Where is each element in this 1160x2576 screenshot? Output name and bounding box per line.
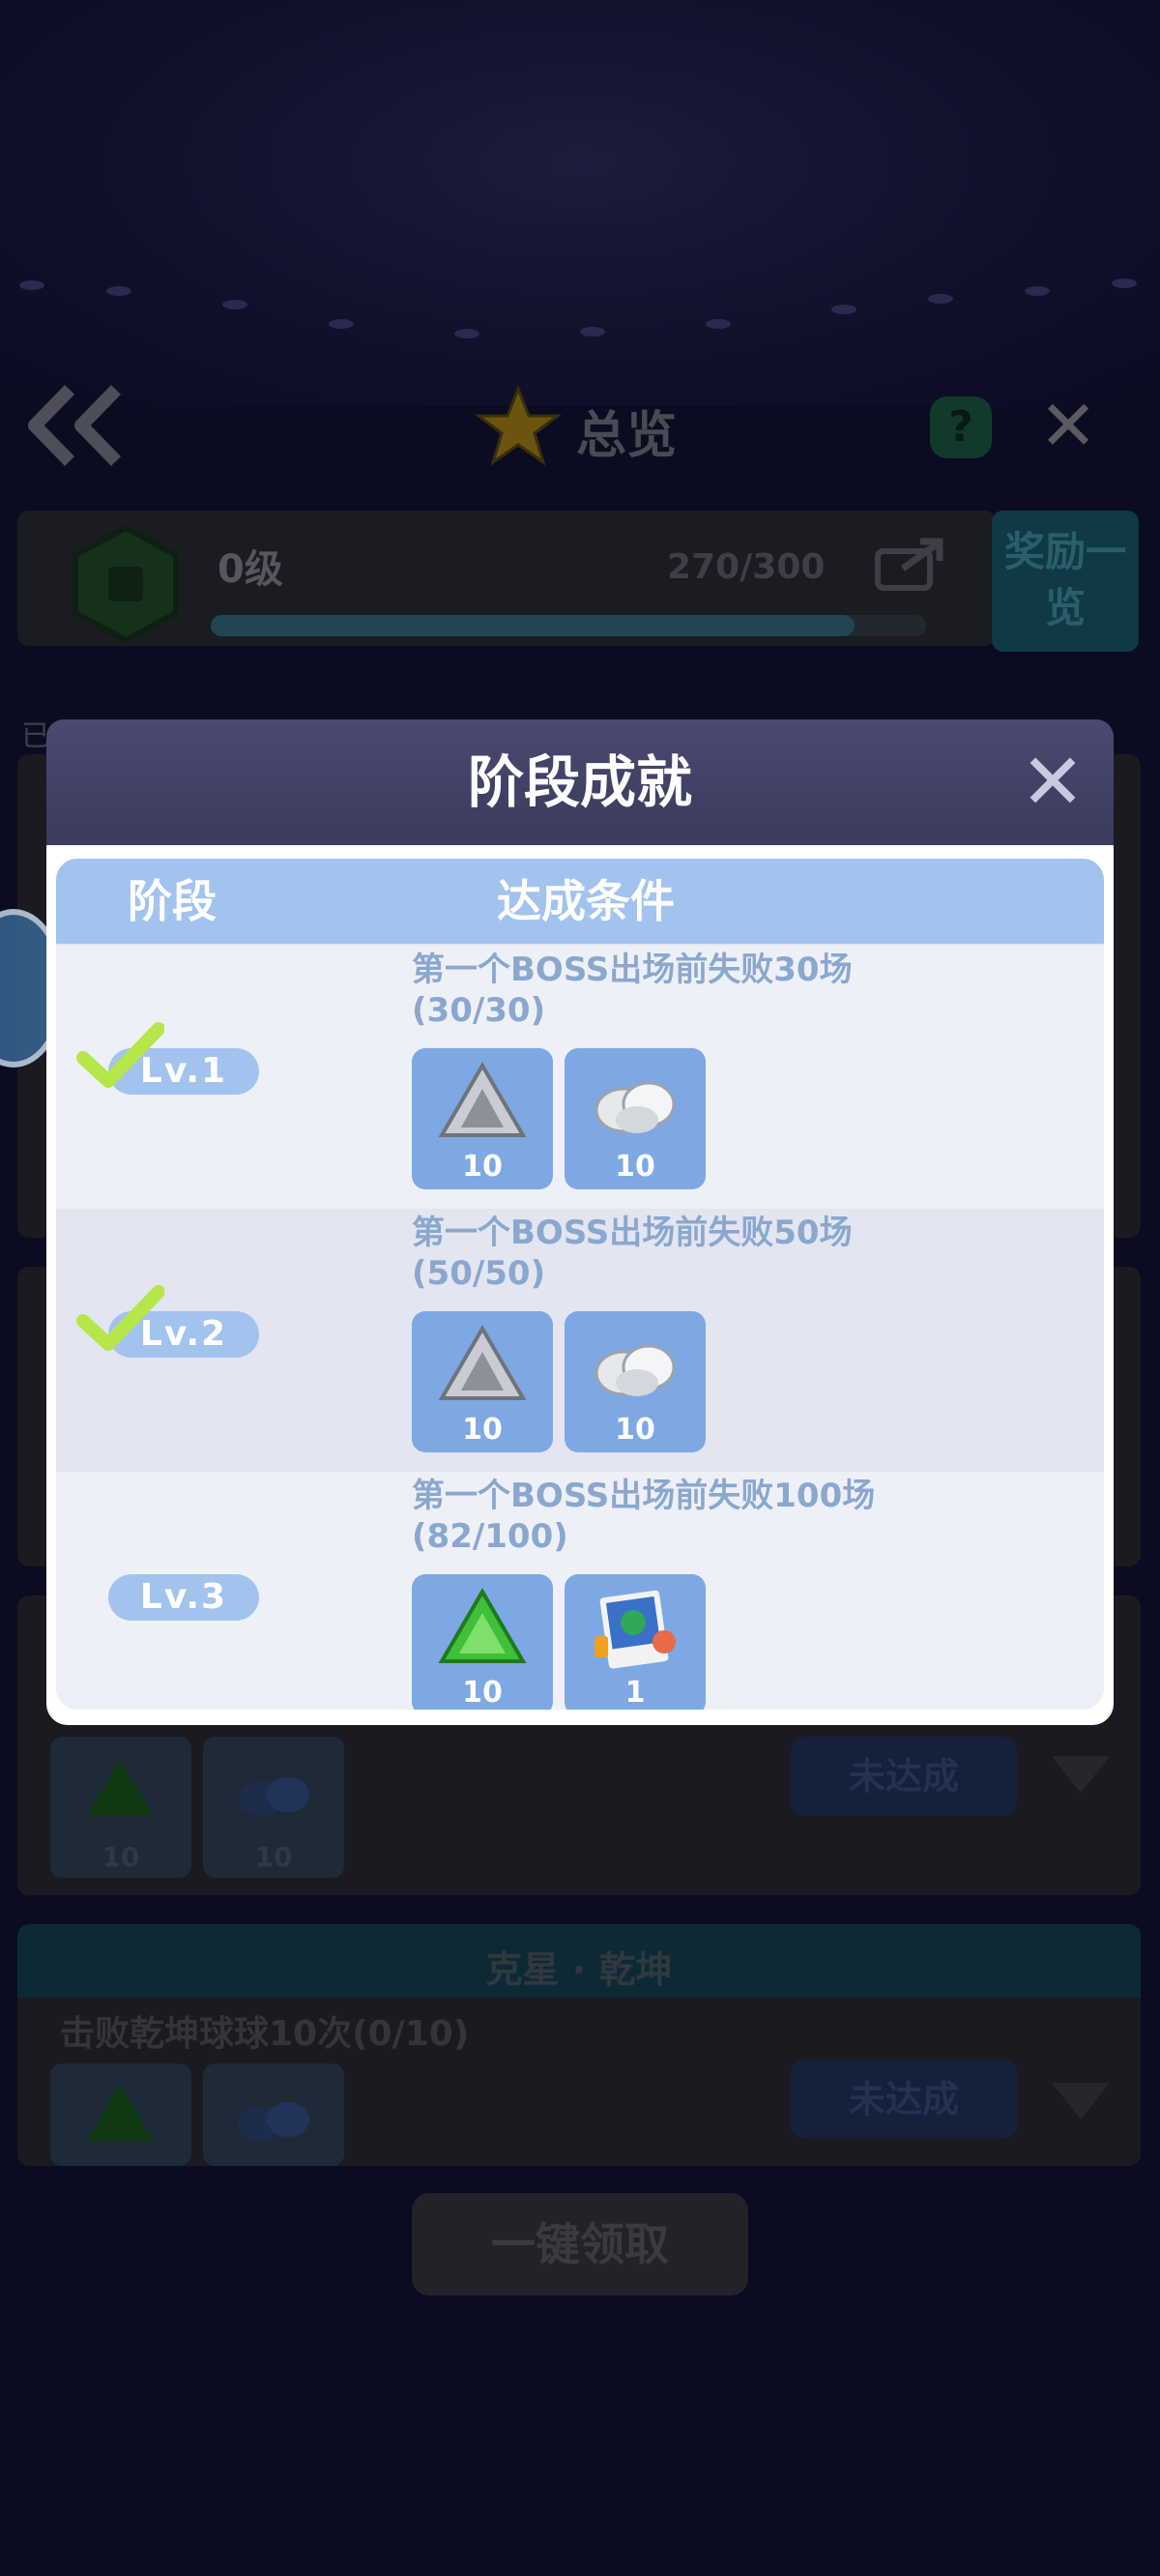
expand-icon[interactable] bbox=[1052, 1756, 1110, 1793]
check-icon bbox=[76, 1022, 164, 1088]
reward-count: 10 bbox=[615, 1413, 655, 1447]
condition-text: 第一个BOSS出场前失败100场 bbox=[412, 1477, 876, 1515]
header-condition: 达成条件 bbox=[497, 875, 675, 927]
status-not-achieved-button[interactable]: 未达成 bbox=[791, 2060, 1017, 2139]
reward-count: 10 bbox=[462, 1676, 503, 1710]
green-gem-icon bbox=[87, 2085, 153, 2141]
achievement-table: 阶段 达成条件 第一个BOSS出场前失败30场 (30/30) Lv.1 10 bbox=[56, 859, 1104, 1710]
modal-title: 阶段成就 bbox=[467, 749, 692, 815]
silver-crystal-icon bbox=[438, 1325, 527, 1400]
condition-text: 第一个BOSS出场前失败50场 bbox=[412, 1214, 853, 1252]
level-badge-icon bbox=[72, 524, 179, 644]
table-header: 阶段 达成条件 bbox=[56, 859, 1104, 944]
table-row: 第一个BOSS出场前失败50场 (50/50) Lv.2 10 10 bbox=[56, 1209, 1104, 1472]
reward-count: 10 bbox=[102, 1841, 140, 1873]
level-progress-text: 270/300 bbox=[667, 547, 826, 587]
reward-list-button[interactable]: 奖励一览 bbox=[992, 511, 1139, 652]
reward-item: 1 bbox=[565, 1574, 706, 1710]
overview-title: 总览 bbox=[576, 407, 678, 465]
modal-body: 阶段 达成条件 第一个BOSS出场前失败30场 (30/30) Lv.1 10 bbox=[46, 845, 1114, 1725]
check-icon bbox=[76, 1285, 164, 1351]
condition-progress: (82/100) bbox=[412, 1517, 568, 1556]
modal-close-icon[interactable]: ✕ bbox=[1009, 739, 1096, 826]
silver-ore-icon bbox=[594, 1344, 676, 1396]
blue-stone-icon bbox=[238, 1777, 309, 1816]
green-gem-icon bbox=[87, 1760, 153, 1816]
reward-count: 10 bbox=[254, 1841, 293, 1873]
star-icon bbox=[476, 385, 561, 466]
back-icon[interactable] bbox=[23, 382, 130, 469]
level-progress-fill bbox=[211, 615, 855, 636]
status-not-achieved-button[interactable]: 未达成 bbox=[791, 1737, 1017, 1816]
stage-lights bbox=[0, 251, 1160, 367]
table-row: 第一个BOSS出场前失败100场 (82/100) Lv.3 10 1 bbox=[56, 1472, 1104, 1710]
reward-count: 10 bbox=[615, 1150, 655, 1184]
silver-crystal-icon bbox=[438, 1062, 527, 1137]
condition-text: 第一个BOSS出场前失败30场 bbox=[412, 951, 853, 989]
sticker-card-icon bbox=[594, 1590, 676, 1669]
reward-item: 10 bbox=[412, 1311, 553, 1452]
header-stage: 阶段 bbox=[128, 875, 217, 927]
help-icon[interactable]: ? bbox=[930, 396, 992, 458]
blue-stone-icon bbox=[238, 2102, 309, 2141]
reward-count: 1 bbox=[624, 1676, 646, 1710]
green-gem-icon bbox=[438, 1588, 527, 1663]
stage-achievement-modal: 阶段成就 ✕ 阶段 达成条件 第一个BOSS出场前失败30场 (30/30) L… bbox=[46, 719, 1114, 1725]
reward-count: 10 bbox=[462, 1413, 503, 1447]
card-description: 击败乾坤球球10次(0/10) bbox=[60, 2014, 470, 2054]
table-row: 第一个BOSS出场前失败30场 (30/30) Lv.1 10 10 bbox=[56, 946, 1104, 1209]
condition-progress: (50/50) bbox=[412, 1254, 546, 1293]
reward-item: 10 bbox=[412, 1048, 553, 1189]
card-title: 克星 · 乾坤 bbox=[485, 1948, 673, 1991]
reward-item: 10 bbox=[565, 1048, 706, 1189]
level-pill: Lv.3 bbox=[108, 1574, 259, 1621]
claim-all-button[interactable]: 一键领取 bbox=[412, 2193, 748, 2296]
level-label: 0级 bbox=[218, 547, 283, 592]
silver-ore-icon bbox=[594, 1081, 676, 1133]
reward-item: 10 bbox=[412, 1574, 553, 1710]
close-icon[interactable]: ✕ bbox=[1034, 391, 1102, 460]
reward-item: 10 bbox=[565, 1311, 706, 1452]
reward-count: 10 bbox=[462, 1150, 503, 1184]
condition-progress: (30/30) bbox=[412, 991, 546, 1030]
expand-icon[interactable] bbox=[1052, 2083, 1110, 2120]
share-icon[interactable] bbox=[874, 538, 945, 592]
